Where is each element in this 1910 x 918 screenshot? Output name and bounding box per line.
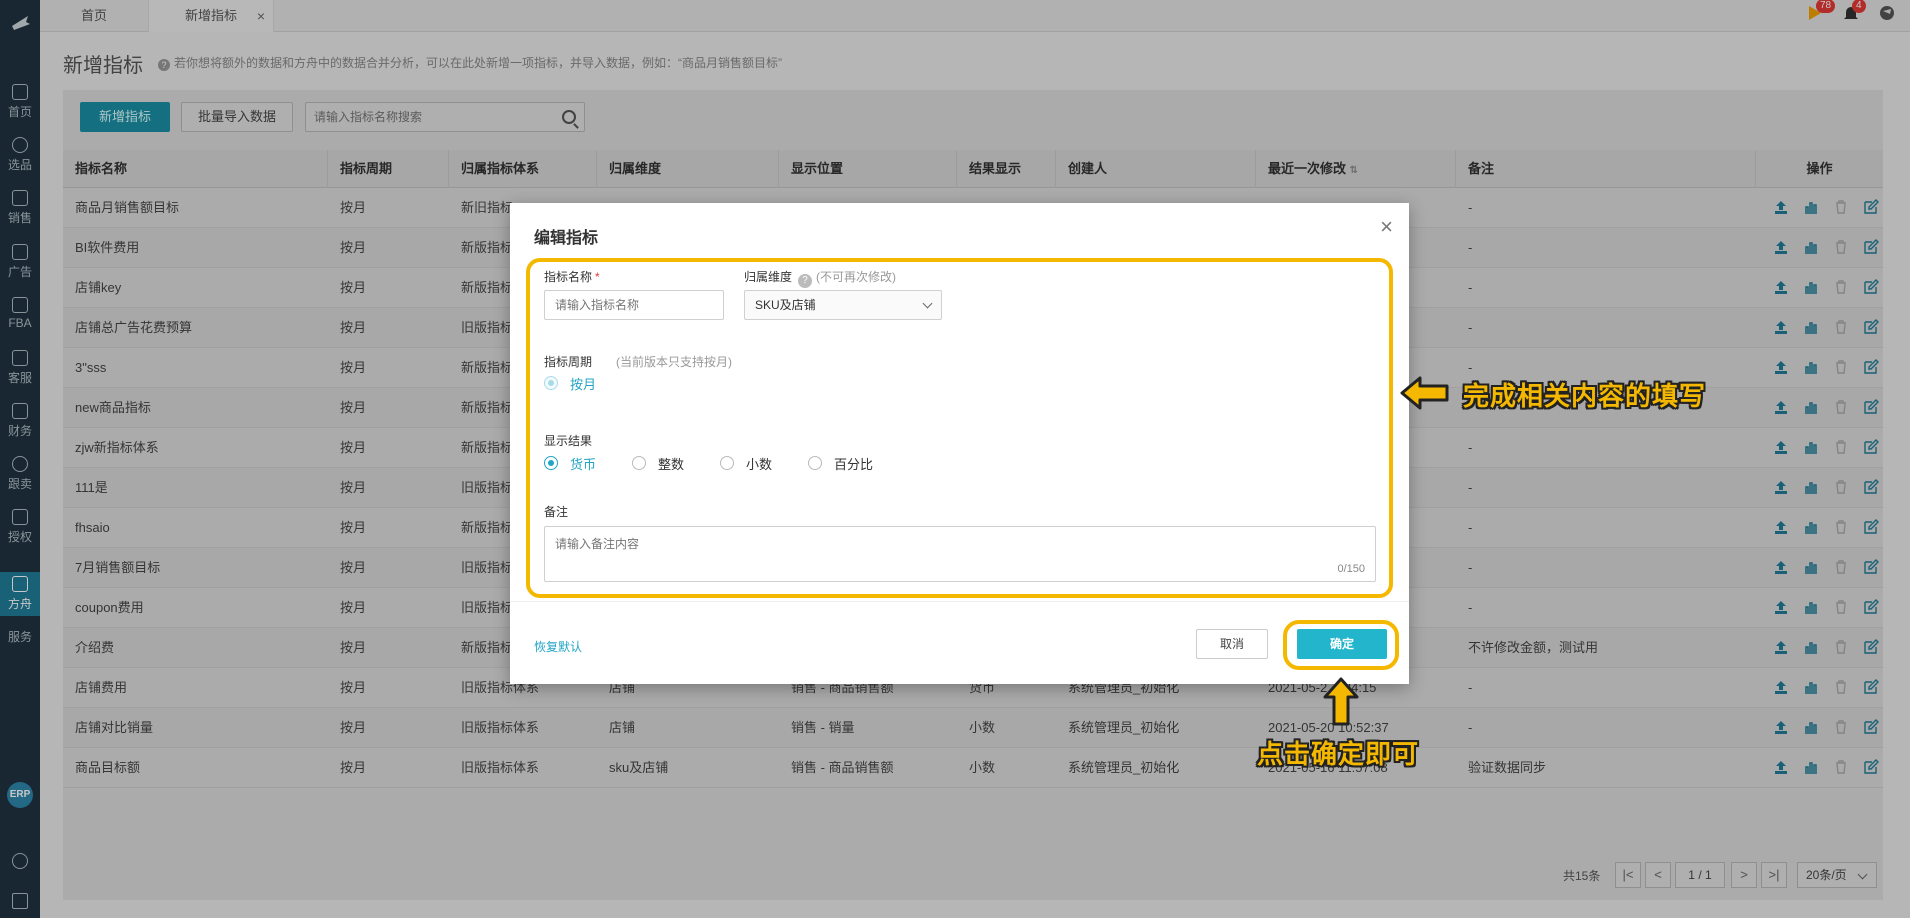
dialog-footer-divider xyxy=(510,601,1409,602)
fill-instruction-text: 完成相关内容的填写 xyxy=(1463,381,1707,411)
arrow-up-icon xyxy=(1323,677,1359,726)
cancel-button[interactable]: 取消 xyxy=(1196,629,1268,659)
confirm-highlight-box xyxy=(1283,620,1399,670)
close-icon[interactable]: × xyxy=(1380,216,1393,238)
reset-default-link[interactable]: 恢复默认 xyxy=(534,638,582,655)
confirm-instruction-text: 点击确定即可 xyxy=(1257,739,1420,769)
arrow-left-icon xyxy=(1400,376,1449,410)
dialog-title: 编辑指标 xyxy=(534,230,599,247)
form-highlight-box xyxy=(526,258,1393,598)
